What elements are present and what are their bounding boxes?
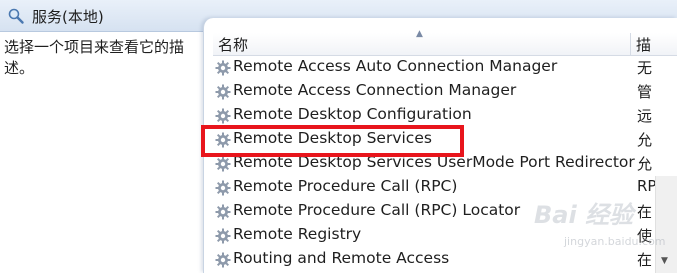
column-header-description[interactable]: 描 xyxy=(632,33,677,56)
description-pane: 选择一个项目来查看它的描述。 xyxy=(0,33,203,273)
service-gear-icon xyxy=(215,84,231,100)
scroll-down-arrow-icon[interactable]: ▼ xyxy=(661,256,668,266)
vertical-scrollbar[interactable]: ▼ xyxy=(655,176,677,273)
service-name: Remote Procedure Call (RPC) Locator xyxy=(233,201,521,219)
service-name: Routing and Remote Access xyxy=(233,249,450,267)
service-row-remote-access-connection-manager[interactable]: Remote Access Connection Manager 管 xyxy=(213,80,677,104)
sort-ascending-icon: ▲ xyxy=(416,29,423,39)
description-text: 选择一个项目来查看它的描述。 xyxy=(4,38,185,77)
service-gear-icon xyxy=(215,180,231,196)
service-name: Remote Procedure Call (RPC) xyxy=(233,177,458,195)
service-description: 管 xyxy=(637,83,653,101)
service-description: 允 xyxy=(637,131,653,149)
column-header-name-label: 名称 xyxy=(218,36,249,54)
highlight-annotation-box xyxy=(201,125,464,157)
service-gear-icon xyxy=(215,108,231,124)
window-title: 服务(本地) xyxy=(32,8,104,26)
service-description: 无 xyxy=(637,59,653,77)
service-gear-icon xyxy=(215,156,231,172)
service-gear-icon xyxy=(215,204,231,220)
service-name: Remote Access Connection Manager xyxy=(233,81,517,99)
service-gear-icon xyxy=(215,252,231,268)
service-name: Remote Desktop Configuration xyxy=(233,105,472,123)
service-description: 允 xyxy=(637,155,653,173)
service-name: Remote Access Auto Connection Manager xyxy=(233,57,558,75)
list-header: 名称 ▲ 描 xyxy=(213,29,677,56)
service-row-remote-access-auto-connection-manager[interactable]: Remote Access Auto Connection Manager 无 xyxy=(213,56,677,80)
watermark-sub-text: jingyan.baidu.com xyxy=(564,235,666,248)
service-gear-icon xyxy=(215,60,231,76)
watermark-logo: Bai 经验 jingyan.baidu.com xyxy=(534,185,666,265)
column-header-description-label: 描 xyxy=(636,36,652,54)
service-name: Remote Registry xyxy=(233,225,362,243)
watermark-main-text: Bai 经验 xyxy=(534,201,634,229)
column-header-name[interactable]: 名称 ▲ xyxy=(213,29,631,56)
service-description: 远 xyxy=(637,107,653,125)
magnifier-icon xyxy=(8,8,24,24)
service-gear-icon xyxy=(215,228,231,244)
